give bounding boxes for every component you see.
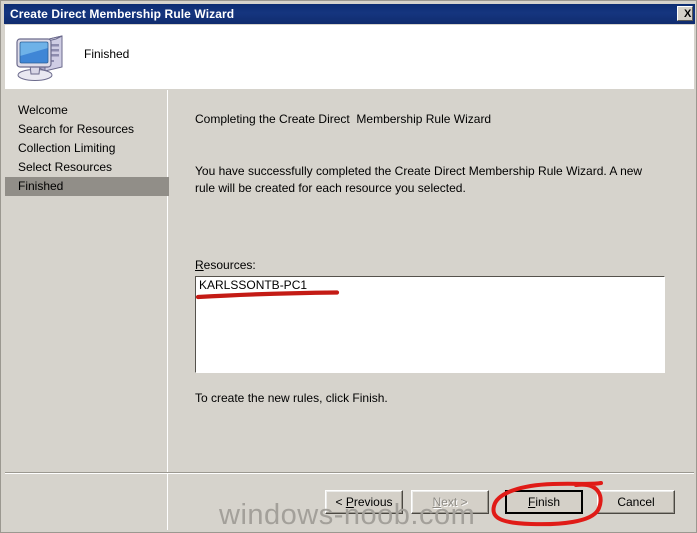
wizard-sidebar: Welcome Search for Resources Collection … [5,90,176,530]
finish-button-post: inish [535,495,561,509]
sidebar-item-search-for-resources[interactable]: Search for Resources [5,120,168,139]
sidebar-item-finished[interactable]: Finished [5,177,176,196]
list-item[interactable]: KARLSSONTB-PC1 [196,277,664,292]
close-icon[interactable]: X [677,6,693,21]
content-heading: Completing the Create Direct Membership … [195,112,492,126]
button-bar-separator [5,472,694,474]
sidebar-nav: Welcome Search for Resources Collection … [5,101,176,196]
watermark: windows-noob.com [219,499,476,531]
computer-icon [15,31,69,83]
resources-label: Resources: [195,258,256,272]
sidebar-item-welcome[interactable]: Welcome [5,101,168,120]
content-paragraph: You have successfully completed the Crea… [195,164,643,195]
window-title: Create Direct Membership Rule Wizard [10,7,235,21]
page-title: Finished [84,47,130,61]
screenshot-root: Create Direct Membership Rule Wizard X F… [0,0,697,533]
cancel-button[interactable]: Cancel [597,490,675,514]
resources-listbox[interactable]: KARLSSONTB-PC1 [195,276,665,373]
title-bar: Create Direct Membership Rule Wizard X [4,4,695,24]
cancel-button-pre: Cancel [617,495,655,509]
sidebar-item-select-resources[interactable]: Select Resources [5,158,168,177]
sidebar-item-collection-limiting[interactable]: Collection Limiting [5,139,168,158]
footer-note: To create the new rules, click Finish. [195,391,388,405]
wizard-window: Create Direct Membership Rule Wizard X F… [0,0,697,533]
resources-label-accel: R [195,258,204,272]
wizard-content: Completing the Create Direct Membership … [169,90,694,530]
resources-label-rest: esources: [203,258,256,272]
finish-button[interactable]: Finish [505,490,583,514]
wizard-header: Finished [5,25,694,89]
